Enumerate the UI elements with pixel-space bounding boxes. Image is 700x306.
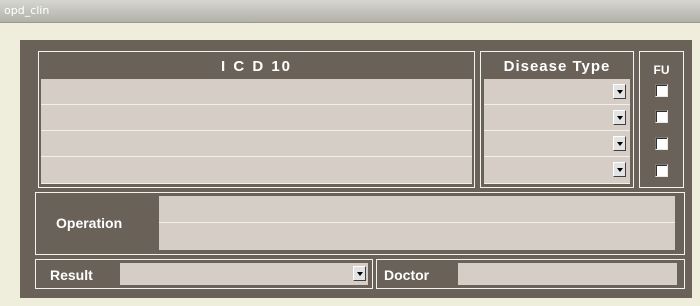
result-label: Result [50, 267, 93, 283]
fu-checkbox[interactable] [655, 137, 668, 150]
disease-type-select[interactable] [484, 79, 630, 105]
disease-type-header: Disease Type [503, 58, 611, 75]
doctor-field[interactable] [458, 263, 677, 285]
fu-checkbox[interactable] [655, 84, 668, 97]
disease-type-section: Disease Type [480, 51, 634, 188]
result-section: Result [35, 259, 373, 289]
disease-type-select[interactable] [484, 157, 630, 184]
doctor-section: Doctor [376, 259, 685, 289]
operation-label: Operation [56, 215, 123, 231]
window-title: opd_clin [4, 4, 50, 17]
disease-type-select[interactable] [484, 105, 630, 131]
icd10-code-field[interactable] [41, 131, 472, 157]
operation-field[interactable] [159, 196, 675, 223]
icd10-section: I C D 10 [38, 51, 475, 188]
icd10-code-field[interactable] [41, 105, 472, 131]
doctor-label: Doctor [384, 267, 430, 283]
dropdown-arrow-icon[interactable] [613, 110, 626, 125]
icd10-code-field[interactable] [41, 79, 472, 105]
fu-checkbox[interactable] [655, 110, 668, 123]
dropdown-arrow-icon[interactable] [613, 136, 626, 151]
dropdown-arrow-icon[interactable] [353, 266, 366, 281]
result-select[interactable] [120, 263, 368, 285]
clinic-form-panel: I C D 10 Disease Type FU Operation Resul… [20, 40, 692, 298]
icd10-code-field[interactable] [41, 157, 472, 184]
dropdown-arrow-icon[interactable] [613, 162, 626, 177]
fu-header: FU [653, 63, 670, 77]
fu-section: FU [639, 51, 684, 188]
icd10-header: I C D 10 [220, 58, 293, 75]
disease-type-select[interactable] [484, 131, 630, 157]
operation-field[interactable] [159, 223, 675, 250]
operation-section: Operation [35, 192, 685, 255]
dropdown-arrow-icon[interactable] [613, 84, 626, 99]
fu-checkbox[interactable] [655, 164, 668, 177]
window-titlebar[interactable]: opd_clin [0, 0, 700, 23]
